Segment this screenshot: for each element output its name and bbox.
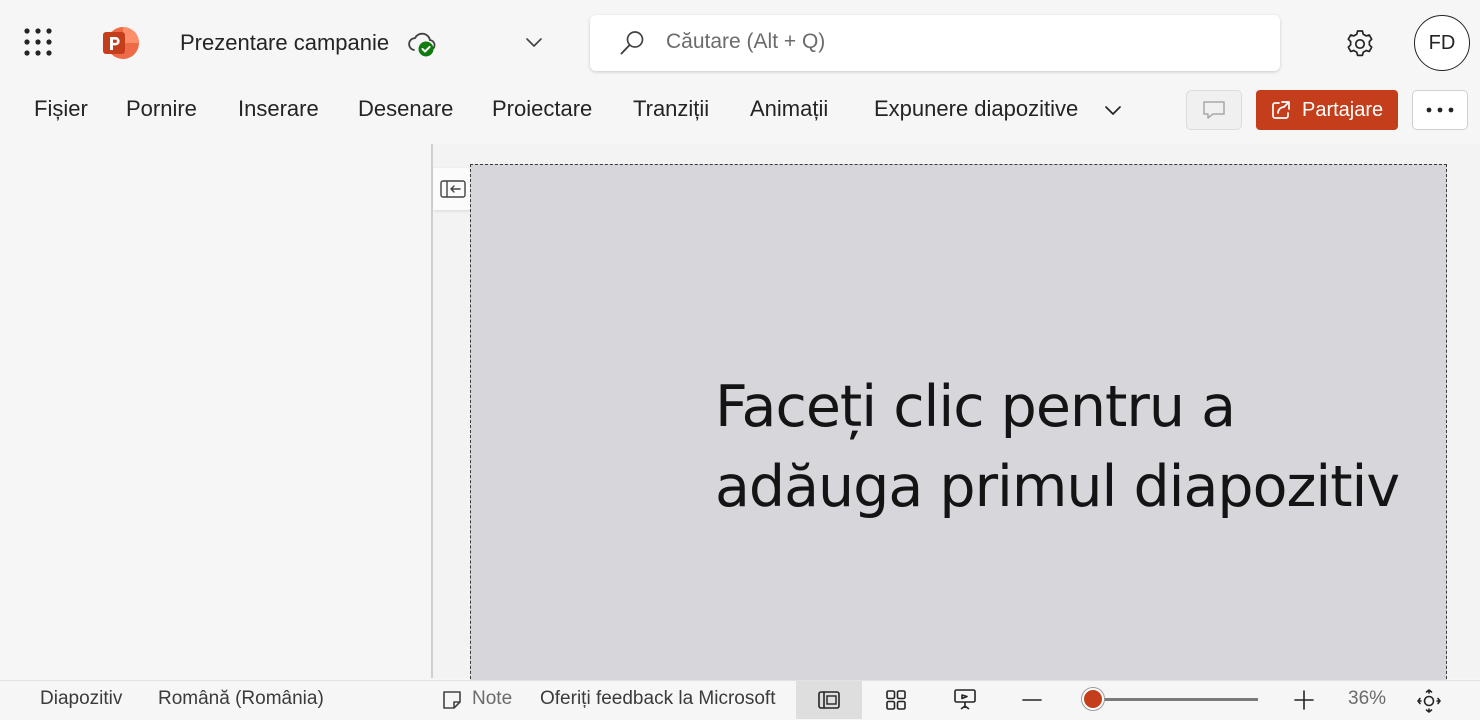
zoom-percentage[interactable]: 36%	[1348, 688, 1386, 710]
tab-home[interactable]: Pornire	[126, 96, 197, 122]
collapse-pane-button[interactable]	[433, 168, 473, 210]
tab-design[interactable]: Proiectare	[492, 96, 592, 122]
share-label: Partajare	[1302, 98, 1384, 121]
slide-thumbnail-pane[interactable]	[0, 144, 430, 678]
collapse-pane-icon	[439, 178, 467, 200]
zoom-out-icon[interactable]	[1020, 688, 1044, 712]
chevron-down-icon[interactable]	[522, 30, 546, 54]
share-icon	[1270, 99, 1292, 121]
slide-canvas[interactable]: Faceți clic pentru a adăuga primul diapo…	[470, 164, 1447, 694]
more-tabs-chevron-icon[interactable]	[1100, 98, 1126, 122]
search-box[interactable]: Căutare (Alt + Q)	[590, 15, 1280, 71]
tab-slide-show[interactable]: Expunere diapozitive	[874, 96, 1078, 122]
document-title[interactable]: Prezentare campanie	[180, 30, 389, 56]
tab-transitions[interactable]: Tranziții	[633, 96, 709, 122]
tab-insert[interactable]: Inserare	[238, 96, 319, 122]
comment-icon	[1201, 98, 1227, 122]
user-avatar[interactable]: FD	[1414, 15, 1470, 71]
fit-to-window-icon[interactable]	[1416, 688, 1442, 714]
powerpoint-logo-icon	[102, 26, 140, 60]
slide-sorter-icon[interactable]	[884, 688, 908, 712]
reading-view-icon[interactable]	[952, 687, 978, 713]
slide-placeholder-text[interactable]: Faceți clic pentru a adăuga primul diapo…	[715, 367, 1415, 527]
feedback-link[interactable]: Oferiți feedback la Microsoft	[540, 688, 775, 710]
language-indicator[interactable]: Română (România)	[158, 688, 324, 710]
search-placeholder: Căutare (Alt + Q)	[666, 30, 826, 53]
comments-button[interactable]	[1186, 90, 1242, 130]
zoom-slider-thumb[interactable]	[1082, 688, 1104, 710]
pane-splitter[interactable]	[431, 144, 433, 678]
app-launcher-icon[interactable]	[22, 26, 54, 58]
slide-placeholder-line-2: adăuga primul diapozitiv	[715, 454, 1400, 520]
cloud-saved-icon[interactable]	[406, 28, 440, 60]
normal-view-button[interactable]	[796, 681, 862, 719]
more-options-button[interactable]	[1412, 90, 1468, 130]
search-icon	[618, 29, 646, 57]
slide-indicator: Diapozitiv	[40, 688, 123, 709]
zoom-slider[interactable]	[1094, 698, 1258, 701]
tab-file[interactable]: Fișier	[34, 96, 88, 122]
slide-placeholder-line-1: Faceți clic pentru a	[715, 374, 1236, 440]
notes-icon[interactable]	[440, 688, 464, 712]
normal-view-icon	[817, 690, 841, 710]
notes-button[interactable]: Note	[472, 688, 512, 710]
more-options-icon	[1425, 106, 1455, 114]
tab-draw[interactable]: Desenare	[358, 96, 453, 122]
share-button[interactable]: Partajare	[1256, 90, 1398, 130]
zoom-in-icon[interactable]	[1292, 688, 1316, 712]
gear-icon[interactable]	[1340, 24, 1380, 64]
tab-animations[interactable]: Animații	[750, 96, 828, 122]
